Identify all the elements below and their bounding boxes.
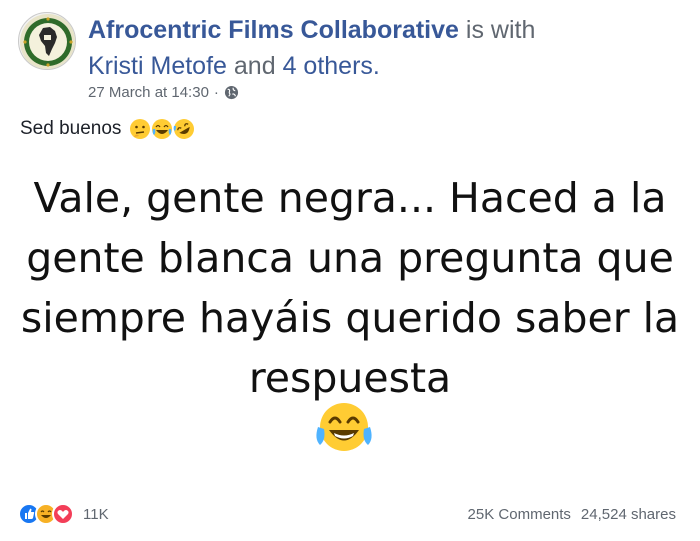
post-timestamp[interactable]: 27 March at 14:30 [88, 84, 209, 101]
caption-emojis [129, 118, 195, 140]
thinking-face-icon [129, 118, 151, 140]
shares-count-link[interactable]: 24,524 shares [581, 506, 676, 523]
joy-face-icon [313, 399, 375, 457]
others-link[interactable]: 4 others. [283, 52, 380, 80]
post-meta: 27 March at 14:30 · [88, 84, 239, 101]
post-stats: 25K Comments 24,524 shares [468, 506, 676, 523]
post-author-line: Afrocentric Films Collaborative is with … [88, 12, 628, 84]
page-avatar[interactable] [18, 12, 76, 70]
page-name-link[interactable]: Afrocentric Films Collaborative [88, 16, 459, 44]
reactions-summary[interactable]: 11K [18, 503, 109, 525]
love-icon [52, 503, 74, 525]
post-header: Afrocentric Films Collaborative is with … [18, 10, 690, 110]
caption-text: Sed buenos [20, 118, 122, 139]
rofl-face-icon [173, 118, 195, 140]
facebook-post: Afrocentric Films Collaborative is with … [0, 0, 700, 541]
globe-icon[interactable] [224, 85, 239, 100]
meta-separator: · [213, 84, 219, 101]
post-caption: Sed buenos [20, 118, 195, 140]
afrocentric-logo-icon [20, 14, 75, 69]
and-text: and [233, 52, 276, 80]
tagged-person-link[interactable]: Kristi Metofe [88, 52, 227, 80]
meme-text: Vale, gente negra... Haced a la gente bl… [20, 174, 680, 402]
reaction-count[interactable]: 11K [83, 506, 109, 523]
with-text: is with [465, 16, 536, 44]
post-footer: 11K 25K Comments 24,524 shares [18, 500, 676, 528]
joy-face-icon [151, 118, 173, 140]
comments-count-link[interactable]: 25K Comments [468, 506, 571, 523]
